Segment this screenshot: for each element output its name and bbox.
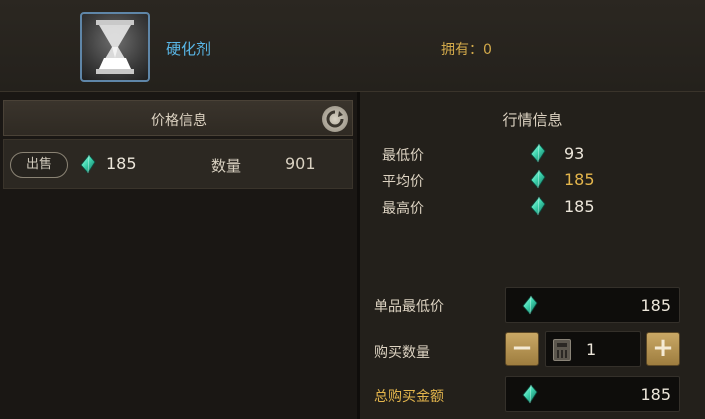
green-gem-icon	[522, 295, 538, 315]
item-header: 硬化剂 拥有：0	[0, 0, 705, 92]
sell-button[interactable]: 出售	[10, 152, 68, 178]
price-info-title: 价格信息	[151, 113, 207, 129]
price-info-panel: 价格信息 出售 185 数量 901	[0, 92, 357, 419]
hourglass-icon[interactable]	[80, 12, 150, 82]
green-gem-icon	[530, 143, 546, 163]
price-info-header: 价格信息	[3, 100, 353, 136]
listing-qty-label: 数量	[211, 157, 242, 175]
listing-row[interactable]: 出售 185 数量 901	[3, 139, 353, 189]
stat-value-avg: 185	[564, 170, 595, 189]
buy-quantity-value[interactable]: 1	[586, 340, 596, 359]
stat-label-max: 最高价	[382, 201, 424, 217]
green-gem-icon	[522, 384, 538, 404]
refresh-icon[interactable]	[322, 106, 348, 132]
owned-count: 拥有：0	[441, 42, 492, 58]
stat-row-max: 最高价 185	[360, 196, 705, 218]
stat-value-max: 185	[564, 197, 595, 216]
stat-label-avg: 平均价	[382, 174, 424, 190]
unit-min-price-label: 单品最低价	[374, 299, 444, 315]
listing-qty-value: 901	[285, 154, 316, 173]
auction-window: 硬化剂 拥有：0 价格信息 出售 185 数量 901 行情信息 最低价 93 …	[0, 0, 705, 419]
market-info-panel: 行情信息 最低价 93 平均价 185 最高价 185 单品最低价 185 购买…	[360, 92, 705, 419]
market-info-title: 行情信息	[502, 111, 563, 129]
green-gem-icon	[530, 169, 546, 189]
green-gem-icon	[530, 196, 546, 216]
green-gem-icon	[80, 154, 96, 174]
buy-quantity-input[interactable]: 1	[545, 331, 641, 367]
listing-price: 185	[106, 154, 137, 173]
stat-row-avg: 平均价 185	[360, 169, 705, 191]
buy-quantity-label: 购买数量	[374, 345, 430, 361]
total-cost-label: 总购买金额	[374, 389, 444, 405]
total-cost-value: 185	[640, 385, 671, 404]
unit-min-price-value: 185	[640, 296, 671, 315]
stat-value-min: 93	[564, 144, 585, 163]
stat-label-min: 最低价	[382, 148, 424, 164]
increase-quantity-button[interactable]: +	[646, 332, 680, 366]
calculator-icon[interactable]	[553, 339, 571, 361]
unit-min-price-field: 185	[505, 287, 680, 323]
total-cost-field: 185	[505, 376, 680, 412]
item-name: 硬化剂	[166, 40, 212, 58]
stat-row-min: 最低价 93	[360, 143, 705, 165]
decrease-quantity-button[interactable]: −	[505, 332, 539, 366]
